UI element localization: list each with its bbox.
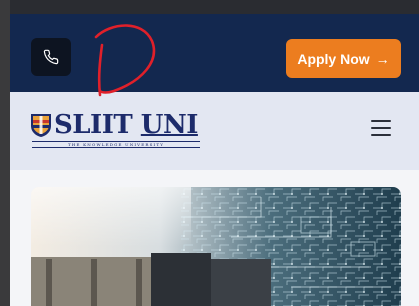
phone-icon: [43, 49, 59, 65]
hero-image: [31, 187, 401, 306]
arrow-right-icon: →: [375, 50, 390, 67]
browser-top-edge: [10, 0, 419, 14]
logo-brand: SLIIT: [54, 110, 133, 140]
top-contact-bar: Apply Now →: [10, 14, 419, 92]
main-content: [10, 170, 419, 306]
apply-now-label: Apply Now: [297, 50, 370, 67]
hamburger-menu-icon-line: [371, 134, 391, 136]
hamburger-menu-button[interactable]: [371, 120, 391, 136]
phone-button[interactable]: [31, 38, 71, 76]
logo-tagline: THE KNOWLEDGE UNIVERSITY: [32, 141, 200, 148]
technology-circuit-hero-image: [31, 187, 401, 306]
main-navbar: SLIIT UNI THE KNOWLEDGE UNIVERSITY: [10, 92, 419, 170]
crest-icon: [31, 114, 51, 137]
logo-wordmark: SLIIT UNI: [54, 109, 198, 141]
hamburger-menu-icon: [371, 120, 391, 122]
logo-brand-suffix: UNI: [140, 110, 199, 140]
apply-now-button[interactable]: Apply Now →: [286, 39, 401, 78]
hamburger-menu-icon-line: [371, 127, 391, 129]
sliit-uni-logo[interactable]: SLIIT UNI THE KNOWLEDGE UNIVERSITY: [30, 109, 200, 151]
mobile-page: Apply Now → SLIIT UNI THE KNOWLEDGE UNIV…: [10, 0, 419, 306]
